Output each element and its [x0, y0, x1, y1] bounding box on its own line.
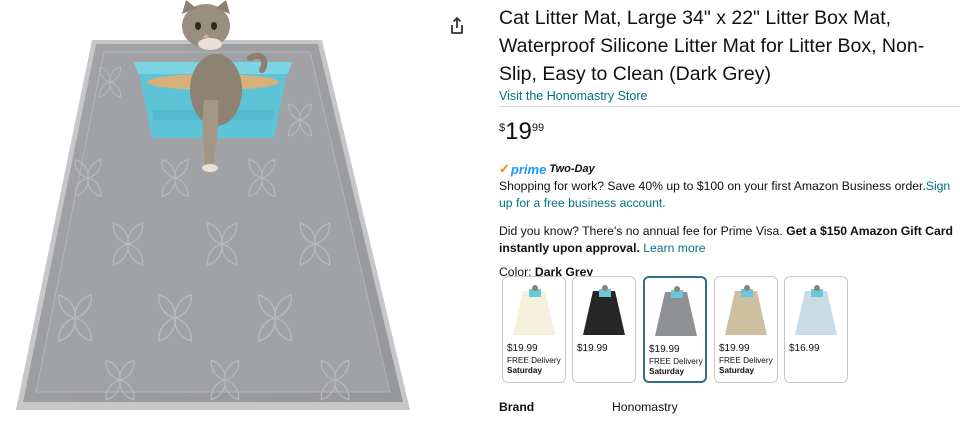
swatch-price: $19.99: [649, 344, 680, 355]
swatch-delivery-text: FREE Delivery: [719, 356, 773, 365]
swatch-thumbnail: [655, 286, 697, 336]
swatch-thumbnail: [583, 285, 625, 335]
visit-store-link[interactable]: Visit the Honomastry Store: [499, 88, 954, 104]
swatch-price: $19.99: [577, 343, 608, 354]
swatch-thumbnail: [725, 285, 767, 335]
share-icon[interactable]: [446, 15, 468, 37]
swatch-delivery: FREE Delivery Saturday: [719, 356, 773, 375]
swatch-delivery-day: Saturday: [507, 365, 543, 375]
product-title: Cat Litter Mat, Large 34" x 22" Litter B…: [499, 7, 925, 85]
brand-value: Honomastry: [612, 400, 678, 414]
price-whole: 19: [505, 118, 532, 145]
learn-more-link[interactable]: Learn more: [643, 241, 705, 255]
brand-label: Brand: [499, 400, 535, 414]
share-icon-glyph: [451, 17, 463, 34]
swatch-delivery-day: Saturday: [719, 365, 755, 375]
swatch-option[interactable]: $16.99: [784, 276, 848, 383]
swatch-delivery-text: FREE Delivery: [649, 357, 703, 366]
product-details: Cat Litter Mat, Large 34" x 22" Litter B…: [499, 4, 960, 280]
visa-promo: Did you know? There's no annual fee for …: [499, 223, 957, 257]
price: $ 19 99: [499, 118, 954, 145]
litter-mat-photo: [16, 0, 410, 410]
swatch-price: $19.99: [719, 343, 750, 354]
swatch-thumbnail: [795, 285, 837, 335]
swatch-thumbnail: [513, 285, 555, 335]
prime-badge[interactable]: ✓ prime Two-Day: [499, 162, 954, 176]
business-promo: Shopping for work? Save 40% up to $100 o…: [499, 178, 957, 212]
visa-promo-text: Did you know? There's no annual fee for …: [499, 224, 787, 238]
swatch-price: $16.99: [789, 343, 820, 354]
product-image[interactable]: [0, 0, 440, 424]
swatch-delivery: FREE Delivery Saturday: [649, 357, 703, 376]
swatch-price: $19.99: [507, 343, 538, 354]
swatch-delivery-day: Saturday: [649, 366, 685, 376]
swatch-option-selected[interactable]: $19.99 FREE Delivery Saturday: [643, 276, 707, 383]
swatch-delivery-text: FREE Delivery: [507, 356, 561, 365]
swatch-option[interactable]: $19.99 FREE Delivery Saturday: [502, 276, 566, 383]
prime-two-day: Two-Day: [549, 163, 595, 175]
prime-check-icon: ✓: [499, 161, 510, 176]
prime-logo: prime: [510, 161, 547, 177]
swatch-option[interactable]: $19.99 FREE Delivery Saturday: [714, 276, 778, 383]
business-promo-text: Shopping for work? Save 40% up to $100 o…: [499, 179, 926, 193]
swatch-option[interactable]: $19.99: [572, 276, 636, 383]
swatch-delivery: FREE Delivery Saturday: [507, 356, 561, 375]
divider: [499, 106, 960, 107]
price-fraction: 99: [531, 122, 545, 134]
